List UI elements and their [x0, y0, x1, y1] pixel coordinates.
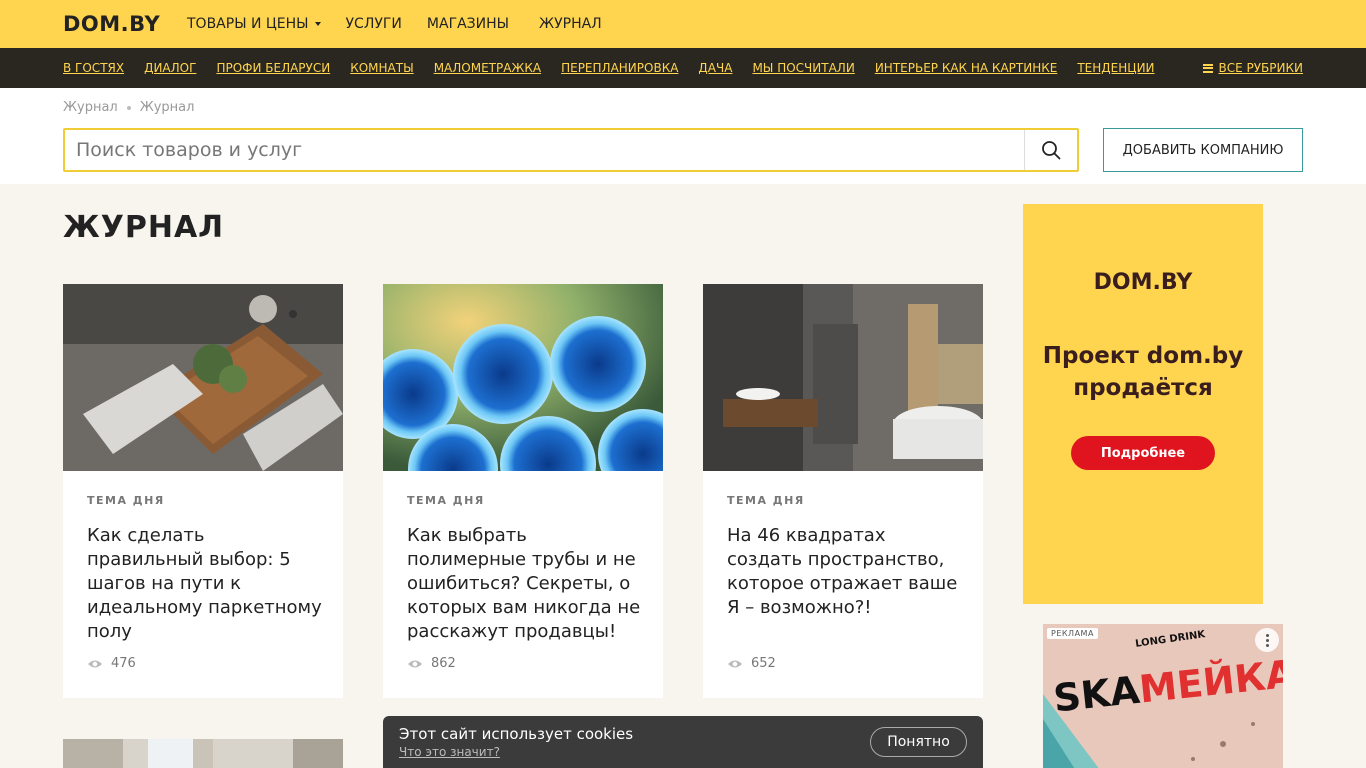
- article-title[interactable]: Как сделать правильный выбор: 5 шагов на…: [87, 524, 323, 644]
- rubrics-bar: В ГОСТЯХ ДИАЛОГ ПРОФИ БЕЛАРУСИ КОМНАТЫ М…: [0, 48, 1366, 88]
- cookie-info-link[interactable]: Что это значит?: [399, 745, 500, 759]
- article-image[interactable]: [63, 739, 343, 768]
- article-card[interactable]: ТЕМА ДНЯ Как сделать правильный выбор: 5…: [63, 284, 343, 698]
- page-title: ЖУРНАЛ: [63, 210, 225, 245]
- article-title[interactable]: Как выбрать полимерные трубы и не ошибит…: [407, 524, 643, 644]
- cookie-banner: Этот сайт использует cookies Что это зна…: [383, 716, 983, 768]
- rubric-link[interactable]: ТЕНДЕНЦИИ: [1077, 61, 1154, 75]
- article-card[interactable]: ТЕМА ДНЯ На 46 квадратах создать простра…: [703, 284, 983, 698]
- views-count: 476: [111, 656, 136, 671]
- nav-shops[interactable]: МАГАЗИНЫ: [427, 16, 509, 32]
- rubric-link[interactable]: ПЕРЕПЛАНИРОВКА: [561, 61, 678, 75]
- ad-logo-part: SKA: [1051, 667, 1142, 721]
- rubric-link[interactable]: ИНТЕРЬЕР КАК НА КАРТИНКЕ: [875, 61, 1058, 75]
- eye-icon: [88, 660, 102, 667]
- nav-shops-label: МАГАЗИНЫ: [426, 16, 510, 32]
- more-options-icon[interactable]: [1255, 628, 1279, 652]
- article-tag: ТЕМА ДНЯ: [407, 494, 485, 507]
- search-box: [63, 128, 1079, 172]
- views-count: 862: [431, 656, 456, 671]
- add-company-button[interactable]: ДОБАВИТЬ КОМПАНИЮ: [1103, 128, 1303, 172]
- menu-icon: [1202, 63, 1213, 73]
- article-image[interactable]: [383, 284, 663, 471]
- rubric-link[interactable]: В ГОСТЯХ: [63, 61, 124, 75]
- nav-services[interactable]: УСЛУГИ: [346, 16, 402, 32]
- rubric-link[interactable]: МАЛОМЕТРАЖКА: [434, 61, 541, 75]
- article-image[interactable]: [63, 284, 343, 471]
- views-count: 652: [751, 656, 776, 671]
- article-views: 862: [407, 656, 456, 671]
- rubric-link[interactable]: ДИАЛОГ: [144, 61, 196, 75]
- ad-skameika[interactable]: РЕКЛАМА LONG DRINK SKAМЕЙКА: [1043, 624, 1283, 768]
- search-icon: [1042, 141, 1061, 160]
- ad-brand: DOM.BY: [1093, 270, 1193, 295]
- top-bar: DOM.BY ТОВАРЫ И ЦЕНЫ УСЛУГИ МАГАЗИНЫ ЖУР…: [0, 0, 1366, 48]
- rubric-link[interactable]: ПРОФИ БЕЛАРУСИ: [216, 61, 330, 75]
- nav-goods-prices[interactable]: ТОВАРЫ И ЦЕНЫ: [187, 16, 321, 32]
- nav-journal[interactable]: ЖУРНАЛ: [539, 16, 602, 32]
- ad-badge: РЕКЛАМА: [1047, 628, 1098, 639]
- ad-more-button[interactable]: Подробнее: [1071, 436, 1215, 470]
- breadcrumb-item: Журнал: [139, 100, 195, 115]
- cookie-accept-button[interactable]: Понятно: [870, 727, 967, 757]
- ad-headline-line: Проект dom.by: [1042, 343, 1244, 369]
- rubric-link[interactable]: КОМНАТЫ: [350, 61, 413, 75]
- nav-goods-prices-label: ТОВАРЫ И ЦЕНЫ: [187, 16, 309, 32]
- nav-journal-label: ЖУРНАЛ: [539, 16, 602, 32]
- all-rubrics-link[interactable]: ВСЕ РУБРИКИ: [1202, 48, 1304, 88]
- breadcrumb: Журнал Журнал: [63, 100, 194, 115]
- search-button[interactable]: [1024, 130, 1077, 170]
- ad-headline-line: продаётся: [1073, 375, 1213, 401]
- nav-services-label: УСЛУГИ: [345, 16, 402, 32]
- cookie-message: Этот сайт использует cookies: [399, 725, 634, 743]
- main-nav: ТОВАРЫ И ЦЕНЫ УСЛУГИ МАГАЗИНЫ ЖУРНАЛ: [187, 0, 627, 48]
- article-title[interactable]: На 46 квадратах создать пространство, ко…: [727, 524, 963, 620]
- rubric-list: В ГОСТЯХ ДИАЛОГ ПРОФИ БЕЛАРУСИ КОМНАТЫ М…: [63, 48, 1175, 88]
- article-views: 476: [87, 656, 136, 671]
- site-logo[interactable]: DOM.BY: [63, 12, 160, 36]
- breadcrumb-separator: [126, 105, 131, 110]
- ad-headline: Проект dom.by продаётся: [1023, 340, 1263, 404]
- breadcrumb-item[interactable]: Журнал: [63, 100, 118, 115]
- search-section: Журнал Журнал ДОБАВИТЬ КОМПАНИЮ: [0, 88, 1366, 184]
- search-input[interactable]: [65, 130, 1025, 170]
- article-views: 652: [727, 656, 776, 671]
- eye-icon: [728, 660, 742, 667]
- ad-banner[interactable]: DOM.BY Проект dom.by продаётся Подробнее: [1023, 204, 1263, 604]
- article-card[interactable]: ТЕМА ДНЯ Как выбрать полимерные трубы и …: [383, 284, 663, 698]
- chevron-down-icon: [314, 22, 321, 26]
- article-tag: ТЕМА ДНЯ: [87, 494, 165, 507]
- all-rubrics-label: ВСЕ РУБРИКИ: [1218, 61, 1304, 75]
- eye-icon: [408, 660, 422, 667]
- rubric-link[interactable]: МЫ ПОСЧИТАЛИ: [752, 61, 854, 75]
- article-tag: ТЕМА ДНЯ: [727, 494, 805, 507]
- article-image[interactable]: [703, 284, 983, 471]
- rubric-link[interactable]: ДАЧА: [698, 61, 732, 75]
